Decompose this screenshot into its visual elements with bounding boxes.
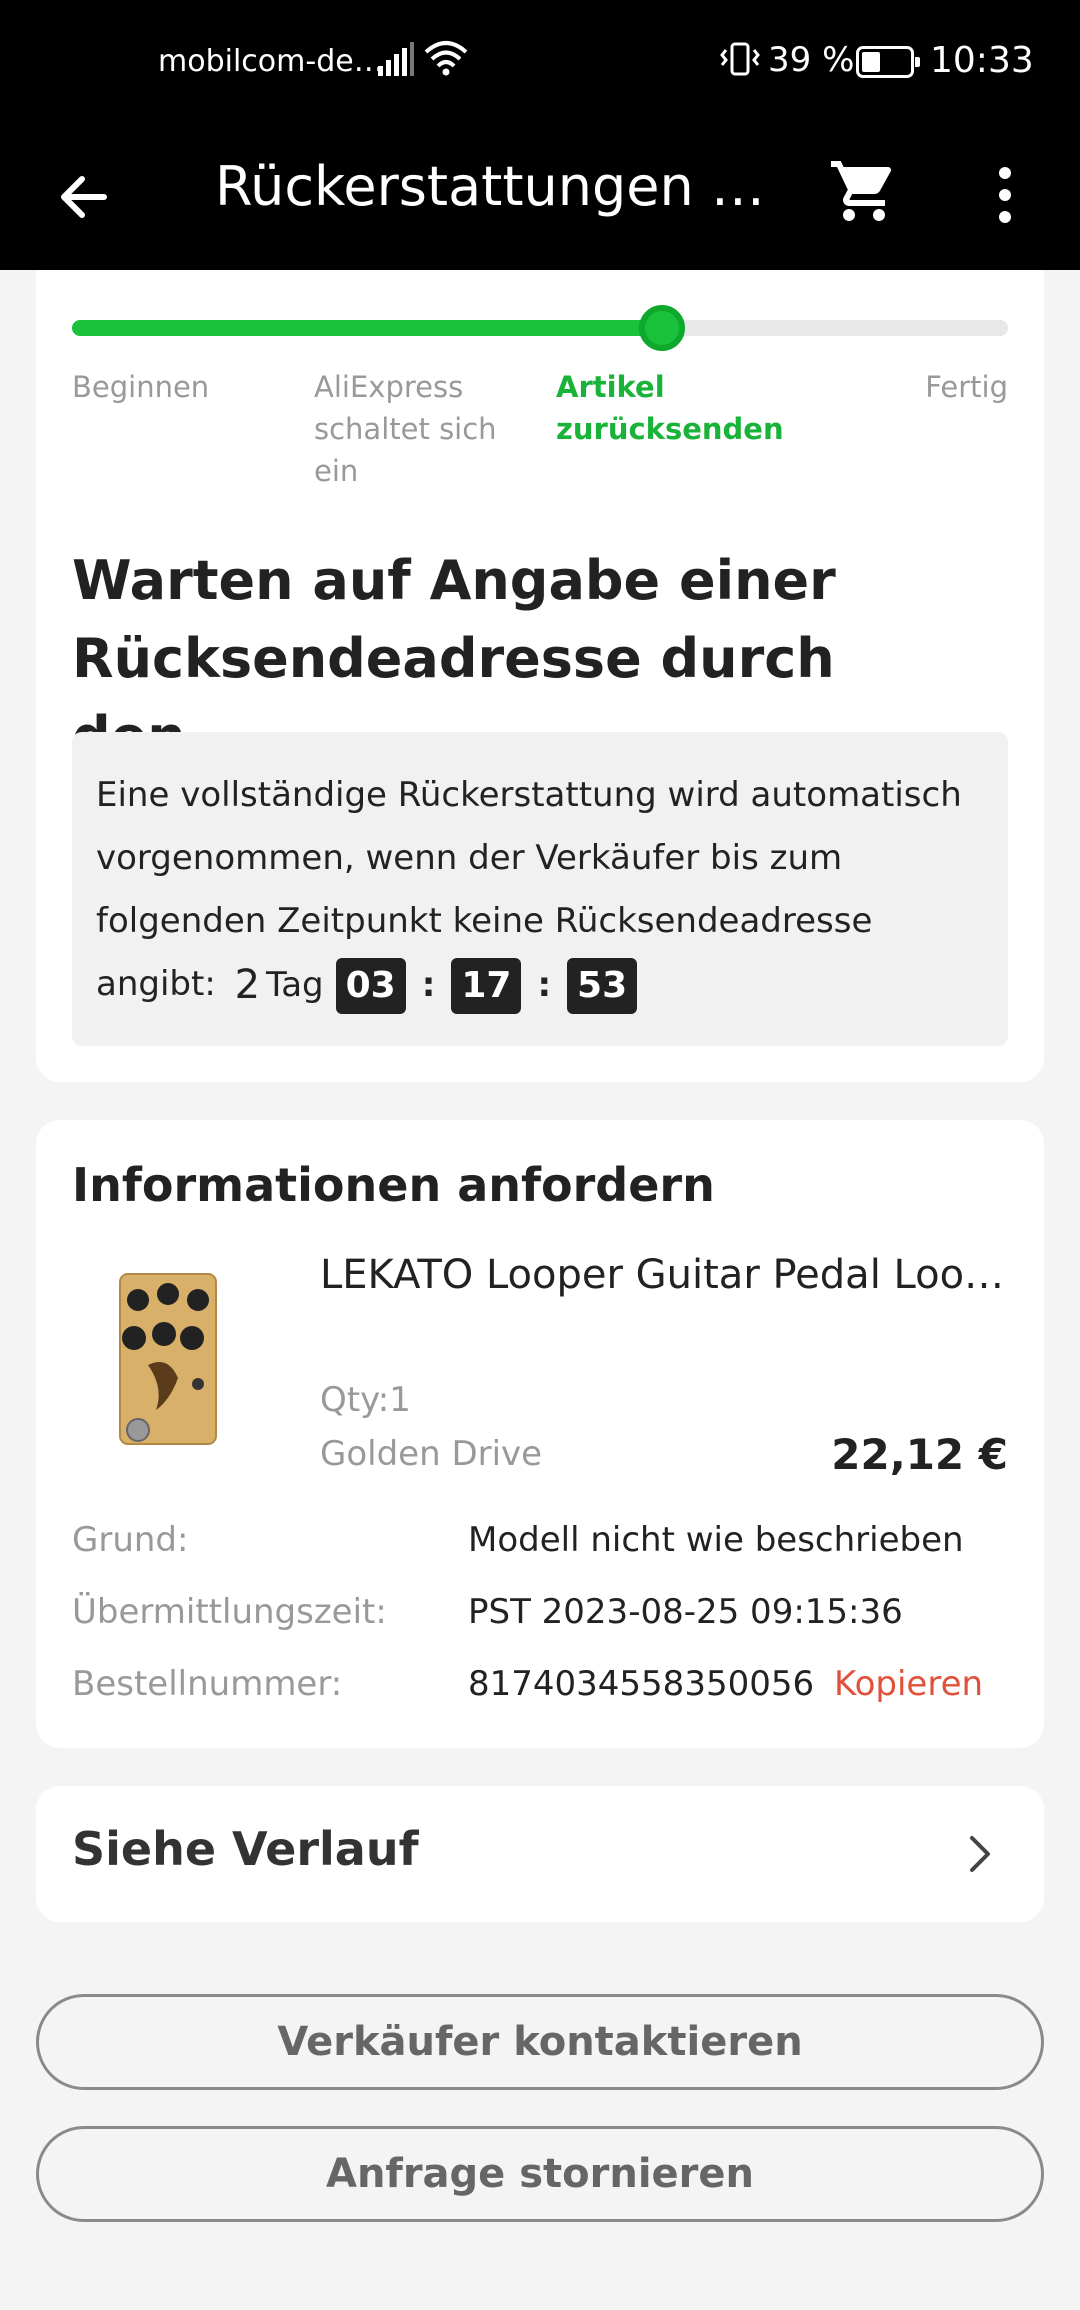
progress-knob xyxy=(638,305,685,351)
product-thumbnail[interactable] xyxy=(98,1260,238,1450)
view-history-label: Siehe Verlauf xyxy=(72,1822,419,1876)
contact-seller-button[interactable]: Verkäufer kontaktieren xyxy=(36,1994,1044,2090)
order-number-value: 8174034558350056 xyxy=(468,1664,815,1704)
product-price: 22,12 € xyxy=(831,1430,1008,1479)
page-title: Rückerstattungen u… xyxy=(215,155,775,218)
refund-notice: Eine vollständige Rückerstattung wird au… xyxy=(72,732,1008,1046)
countdown-hours: 03 xyxy=(335,957,406,1014)
progress-steps: Beginnen AliExpress schaltet sich ein Ar… xyxy=(72,366,1008,496)
submission-time-value: PST 2023-08-25 09:15:36 xyxy=(468,1592,903,1632)
step-start: Beginnen xyxy=(72,370,210,404)
countdown-separator: : xyxy=(537,965,552,1005)
countdown-separator: : xyxy=(421,965,436,1005)
vibrate-icon xyxy=(720,42,760,76)
step-return-item: Artikel zurücksenden xyxy=(556,370,784,446)
view-history-row[interactable]: Siehe Verlauf xyxy=(36,1786,1044,1922)
copy-order-number-button[interactable]: Kopieren xyxy=(834,1664,983,1704)
product-qty: Qty:1 xyxy=(320,1380,411,1420)
carrier-name: mobilcom-de… xyxy=(158,44,384,79)
countdown-days: 2 xyxy=(234,962,261,1008)
submission-time-label: Übermittlungszeit: xyxy=(72,1592,387,1632)
countdown-minutes: 17 xyxy=(451,957,522,1014)
battery-percent: 39 % xyxy=(768,40,855,80)
request-info-title: Informationen anfordern xyxy=(72,1158,715,1212)
signal-icon xyxy=(378,42,414,76)
chevron-right-icon xyxy=(970,1836,990,1872)
back-arrow-icon[interactable] xyxy=(52,165,116,229)
product-variant: Golden Drive xyxy=(320,1434,543,1474)
product-name[interactable]: LEKATO Looper Guitar Pedal Loo… xyxy=(320,1252,1010,1298)
countdown-days-label: Tag xyxy=(266,965,324,1005)
cancel-request-button[interactable]: Anfrage stornieren xyxy=(36,2126,1044,2222)
countdown-seconds: 53 xyxy=(567,957,638,1014)
countdown-timer: 2 Tag 03 : 17 : 53 xyxy=(227,954,638,1017)
cart-icon[interactable] xyxy=(828,155,900,227)
return-status-card: Beginnen AliExpress schaltet sich ein Ar… xyxy=(36,270,1044,1082)
status-bar: mobilcom-de… 39 % 10:33 xyxy=(0,0,1080,125)
progress-track xyxy=(72,305,1008,351)
step-done: Fertig xyxy=(925,370,1008,404)
wifi-icon xyxy=(424,41,468,76)
progress-fill xyxy=(72,320,662,336)
app-bar: Rückerstattungen u… xyxy=(0,125,1080,270)
clock: 10:33 xyxy=(930,40,1034,81)
more-vert-icon[interactable] xyxy=(990,163,1020,227)
request-info-card: Informationen anfordern LEKATO Looper Gu… xyxy=(36,1120,1044,1748)
order-number-label: Bestellnummer: xyxy=(72,1664,343,1704)
battery-icon xyxy=(856,46,920,78)
reason-value: Modell nicht wie beschrieben xyxy=(468,1520,964,1560)
reason-label: Grund: xyxy=(72,1520,189,1560)
step-aliexpress-intervenes: AliExpress schaltet sich ein xyxy=(314,370,497,488)
